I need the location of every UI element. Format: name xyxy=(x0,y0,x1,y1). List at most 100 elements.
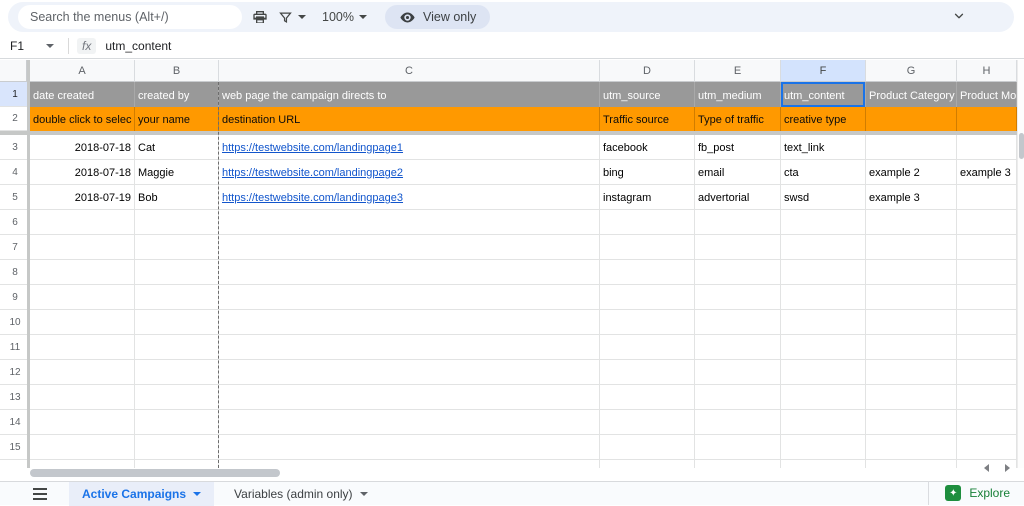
row-header-2[interactable]: 2 xyxy=(0,107,30,131)
cell-H8[interactable] xyxy=(957,260,1017,285)
cell-C13[interactable] xyxy=(219,385,600,410)
column-header-E[interactable]: E xyxy=(695,60,781,82)
cell-A3[interactable]: 2018-07-18 xyxy=(30,135,135,160)
cell-A16[interactable] xyxy=(30,460,135,468)
column-header-C[interactable]: C xyxy=(219,60,600,82)
view-only-badge[interactable]: View only xyxy=(385,5,490,29)
cell-B13[interactable] xyxy=(135,385,219,410)
cell-E1[interactable]: utm_medium xyxy=(695,82,781,107)
cell-G3[interactable] xyxy=(866,135,957,160)
cell-F10[interactable] xyxy=(781,310,866,335)
cell-E7[interactable] xyxy=(695,235,781,260)
cell-G12[interactable] xyxy=(866,360,957,385)
row-header-16[interactable]: 16 xyxy=(0,460,30,468)
cell-C4[interactable]: https://testwebsite.com/landingpage2 xyxy=(219,160,600,185)
cell-H3[interactable] xyxy=(957,135,1017,160)
tab-active-campaigns[interactable]: Active Campaigns xyxy=(69,482,214,506)
cell-H14[interactable] xyxy=(957,410,1017,435)
scroll-right-icon[interactable] xyxy=(1005,464,1010,472)
vertical-scrollbar-thumb[interactable] xyxy=(1019,133,1024,159)
cell-H15[interactable] xyxy=(957,435,1017,460)
cell-E9[interactable] xyxy=(695,285,781,310)
cell-G4[interactable]: example 2 xyxy=(866,160,957,185)
cell-G15[interactable] xyxy=(866,435,957,460)
cell-H6[interactable] xyxy=(957,210,1017,235)
cell-B2[interactable]: your name xyxy=(135,107,219,131)
cell-E3[interactable]: fb_post xyxy=(695,135,781,160)
cell-F7[interactable] xyxy=(781,235,866,260)
cell-C12[interactable] xyxy=(219,360,600,385)
formula-input[interactable]: utm_content xyxy=(105,39,171,53)
cell-G2[interactable] xyxy=(866,107,957,131)
cell-B7[interactable] xyxy=(135,235,219,260)
cell-D5[interactable]: instagram xyxy=(600,185,695,210)
cell-B14[interactable] xyxy=(135,410,219,435)
cell-H7[interactable] xyxy=(957,235,1017,260)
cell-G11[interactable] xyxy=(866,335,957,360)
column-header-F[interactable]: F xyxy=(781,60,866,82)
zoom-selector[interactable]: 100% xyxy=(322,10,367,24)
cell-A14[interactable] xyxy=(30,410,135,435)
cell-C11[interactable] xyxy=(219,335,600,360)
cell-C1[interactable]: web page the campaign directs to xyxy=(219,82,600,107)
cell-D16[interactable] xyxy=(600,460,695,468)
cell-B9[interactable] xyxy=(135,285,219,310)
name-box[interactable]: F1 xyxy=(0,39,62,53)
row-header-13[interactable]: 13 xyxy=(0,385,30,410)
cell-D13[interactable] xyxy=(600,385,695,410)
cell-A12[interactable] xyxy=(30,360,135,385)
cell-C6[interactable] xyxy=(219,210,600,235)
row-header-9[interactable]: 9 xyxy=(0,285,30,310)
vertical-scrollbar[interactable] xyxy=(1017,60,1024,468)
cell-E2[interactable]: Type of traffic xyxy=(695,107,781,131)
row-header-6[interactable]: 6 xyxy=(0,210,30,235)
cell-C10[interactable] xyxy=(219,310,600,335)
cell-F2[interactable]: creative type xyxy=(781,107,866,131)
cell-G9[interactable] xyxy=(866,285,957,310)
cell-G13[interactable] xyxy=(866,385,957,410)
cell-A1[interactable]: date created xyxy=(30,82,135,107)
cell-C9[interactable] xyxy=(219,285,600,310)
cell-D6[interactable] xyxy=(600,210,695,235)
cell-E10[interactable] xyxy=(695,310,781,335)
cell-E5[interactable]: advertorial xyxy=(695,185,781,210)
cell-B15[interactable] xyxy=(135,435,219,460)
cell-D4[interactable]: bing xyxy=(600,160,695,185)
column-header-A[interactable]: A xyxy=(30,60,135,82)
cell-A4[interactable]: 2018-07-18 xyxy=(30,160,135,185)
row-header-4[interactable]: 4 xyxy=(0,160,30,185)
cell-B12[interactable] xyxy=(135,360,219,385)
cell-C16[interactable] xyxy=(219,460,600,468)
cell-E16[interactable] xyxy=(695,460,781,468)
horizontal-scrollbar-thumb[interactable] xyxy=(30,469,280,477)
row-header-3[interactable]: 3 xyxy=(0,135,30,160)
cell-A9[interactable] xyxy=(30,285,135,310)
print-button[interactable] xyxy=(252,9,268,25)
cell-H4[interactable]: example 3 xyxy=(957,160,1017,185)
tab-variables-admin-only[interactable]: Variables (admin only) xyxy=(224,482,378,506)
cell-E14[interactable] xyxy=(695,410,781,435)
cell-F9[interactable] xyxy=(781,285,866,310)
cell-H1[interactable]: Product Mo xyxy=(957,82,1017,107)
row-header-1[interactable]: 1 xyxy=(0,82,30,107)
cell-G16[interactable] xyxy=(866,460,957,468)
column-header-H[interactable]: H xyxy=(957,60,1017,82)
cell-B10[interactable] xyxy=(135,310,219,335)
search-input[interactable] xyxy=(18,5,242,29)
cell-B5[interactable]: Bob xyxy=(135,185,219,210)
cell-H9[interactable] xyxy=(957,285,1017,310)
cell-A13[interactable] xyxy=(30,385,135,410)
row-header-5[interactable]: 5 xyxy=(0,185,30,210)
cell-C2[interactable]: destination URL xyxy=(219,107,600,131)
cell-G6[interactable] xyxy=(866,210,957,235)
cell-F14[interactable] xyxy=(781,410,866,435)
cell-D2[interactable]: Traffic source xyxy=(600,107,695,131)
cell-H2[interactable] xyxy=(957,107,1017,131)
cell-A11[interactable] xyxy=(30,335,135,360)
cell-F3[interactable]: text_link xyxy=(781,135,866,160)
cell-C15[interactable] xyxy=(219,435,600,460)
all-sheets-button[interactable] xyxy=(33,488,47,500)
explore-button[interactable]: ✦ Explore xyxy=(928,481,1016,505)
cell-F16[interactable] xyxy=(781,460,866,468)
cell-H10[interactable] xyxy=(957,310,1017,335)
